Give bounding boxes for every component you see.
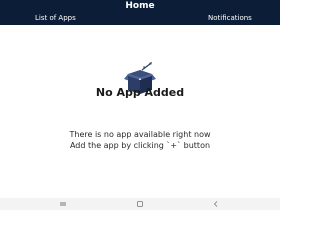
tab-list-of-apps[interactable]: List of Apps bbox=[35, 14, 76, 23]
empty-state-message: There is no app available right now bbox=[69, 130, 211, 139]
app-header: Home List of Apps Notifications bbox=[0, 0, 280, 25]
screen: Home List of Apps Notifications No App A… bbox=[0, 0, 280, 210]
tab-notifications[interactable]: Notifications bbox=[208, 14, 252, 23]
recent-apps-icon[interactable] bbox=[59, 200, 67, 208]
page-title: Home bbox=[125, 1, 155, 11]
system-nav-bar bbox=[0, 198, 280, 210]
empty-state-instruction: Add the app by clicking `+` button bbox=[69, 141, 211, 150]
empty-state-title: No App Added bbox=[95, 86, 185, 99]
back-icon[interactable] bbox=[212, 200, 220, 208]
home-icon[interactable] bbox=[136, 200, 144, 208]
